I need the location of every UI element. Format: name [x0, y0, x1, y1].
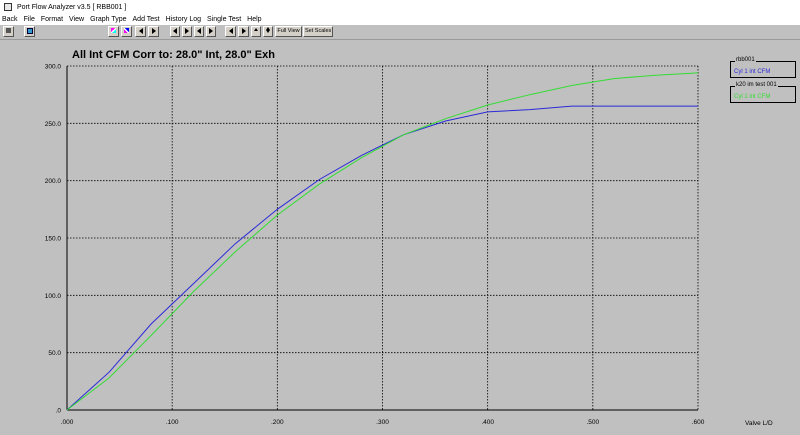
- y-tick-label: 250.0: [45, 121, 62, 128]
- x-tick-label: .200: [271, 419, 284, 426]
- y-tick-label: 50.0: [48, 350, 61, 357]
- chart-ticks: .000 .100 .200 .300 .400 .500 .600 .0 50.0 100.0 1…: [45, 64, 705, 427]
- legend-entry-2: k20 im test 001 Cyl 1 int CFM: [730, 82, 796, 103]
- x-axis-label: Valve L/D: [745, 420, 773, 427]
- chart-grid: [67, 65, 699, 410]
- legend-entry-1: rbb001 Cyl 1 int CFM: [730, 57, 796, 78]
- legend-series-label: Cyl 1 int CFM: [734, 69, 771, 75]
- legend-test-name: rbb001: [735, 57, 756, 63]
- y-tick-label: 150.0: [45, 236, 62, 243]
- x-tick-label: .400: [481, 419, 494, 426]
- x-tick-label: .000: [61, 419, 74, 426]
- legend-series-label: Cyl 1 int CFM: [734, 94, 771, 100]
- x-tick-label: .100: [166, 419, 179, 426]
- x-tick-label: .500: [587, 419, 600, 426]
- flow-chart: .000 .100 .200 .300 .400 .500 .600 .0 50.0 100.0 1…: [45, 64, 705, 427]
- y-tick-label: .0: [56, 408, 62, 415]
- y-tick-label: 100.0: [45, 293, 62, 300]
- x-tick-label: .600: [692, 419, 705, 426]
- y-tick-label: 200.0: [45, 178, 62, 185]
- legend-test-name: k20 im test 001: [735, 82, 778, 88]
- x-tick-label: .300: [376, 419, 389, 426]
- y-tick-label: 300.0: [45, 64, 62, 71]
